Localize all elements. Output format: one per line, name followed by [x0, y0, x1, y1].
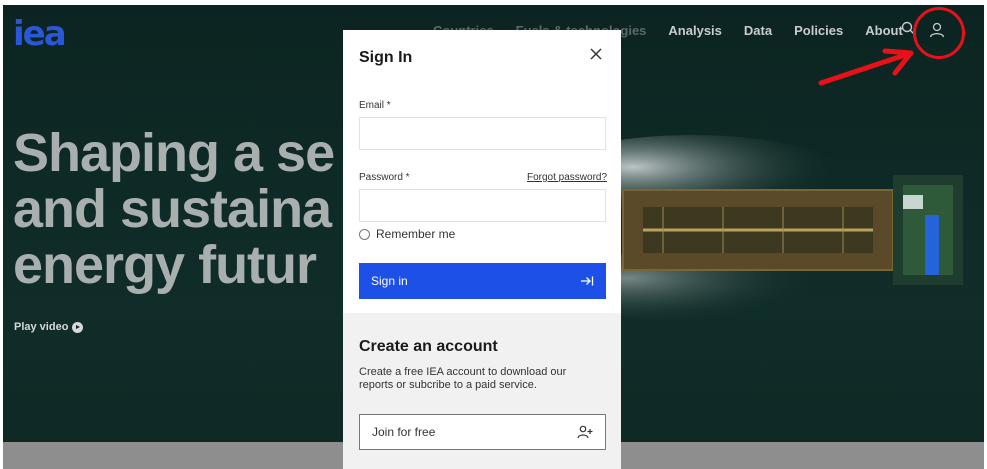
password-field[interactable]	[359, 189, 606, 222]
remember-me-radio[interactable]	[359, 228, 370, 240]
annotation-arrow	[818, 48, 914, 86]
email-label: Email *	[359, 100, 391, 111]
email-field[interactable]	[359, 117, 606, 150]
sign-in-button[interactable]: Sign in	[359, 263, 606, 299]
password-label: Password *	[359, 172, 410, 183]
join-for-free-button[interactable]: Join for free	[359, 414, 606, 450]
remember-me[interactable]: Remember me	[359, 227, 455, 241]
sign-in-panel: Sign In Email * Password * Forgot passwo…	[343, 30, 621, 313]
close-icon[interactable]	[588, 46, 604, 62]
headline-line-1: Shaping a se	[13, 123, 335, 183]
forgot-password-link[interactable]: Forgot password?	[527, 172, 607, 183]
nav-data[interactable]: Data	[744, 23, 772, 38]
sign-in-button-label: Sign in	[371, 274, 408, 288]
nav-about[interactable]: About	[865, 23, 903, 38]
play-video-label: Play video	[14, 321, 69, 333]
create-account-description: Create a free IEA account to download ou…	[359, 366, 567, 391]
nav-analysis[interactable]: Analysis	[668, 23, 721, 38]
create-account-title: Create an account	[359, 338, 498, 355]
play-icon	[72, 321, 84, 333]
arrow-right-bar-icon	[581, 276, 594, 286]
ship-image	[603, 135, 984, 335]
page: iea Countries Fuels & technologies Analy…	[3, 5, 984, 469]
play-video-link[interactable]: Play video	[14, 321, 84, 333]
add-user-icon	[577, 425, 593, 439]
remember-me-label: Remember me	[376, 227, 456, 241]
headline-line-2: and sustaina	[13, 179, 332, 239]
iea-logo[interactable]: iea	[13, 17, 67, 51]
headline-line-3: energy futur	[13, 235, 317, 295]
nav-policies[interactable]: Policies	[794, 23, 843, 38]
join-for-free-label: Join for free	[372, 425, 436, 439]
modal-title: Sign In	[359, 49, 413, 66]
sign-in-modal: Sign In Email * Password * Forgot passwo…	[343, 30, 621, 469]
hero-headline: Shaping a se and sustaina energy futur	[13, 123, 335, 295]
